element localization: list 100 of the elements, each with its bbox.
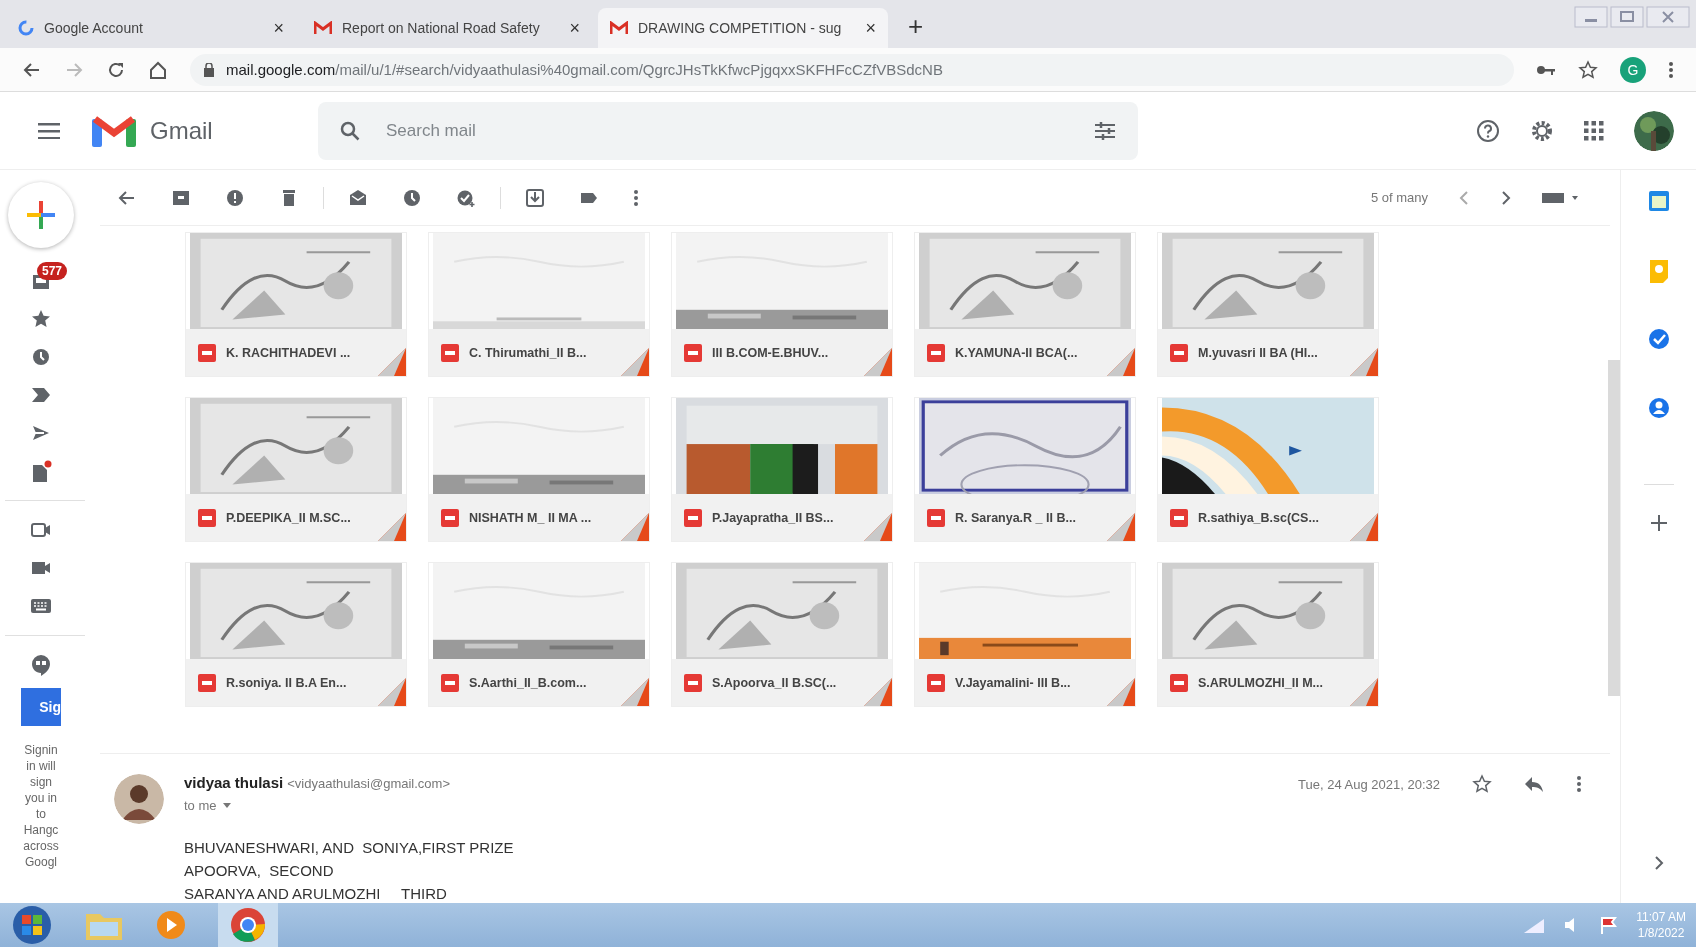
attachment-name: S.Apoorva_II B.SC(... — [712, 675, 837, 690]
attachment-name: III B.COM-E.BHUV... — [712, 345, 829, 360]
snoozed-icon[interactable] — [31, 347, 51, 367]
attachment-card[interactable]: S.Apoorva_II B.SC(... — [671, 562, 893, 707]
settings-icon[interactable] — [1530, 118, 1554, 143]
attachment-name: S.ARULMOZHI_II M... — [1198, 675, 1323, 690]
attachment-name: M.yuvasri II BA (HI... — [1198, 345, 1318, 360]
tasks-icon[interactable] — [1647, 328, 1670, 350]
start-button-icon[interactable] — [10, 905, 54, 945]
more-icon[interactable] — [1576, 774, 1582, 794]
attachment-card[interactable]: P.DEEPIKA_II M.SC... — [185, 397, 407, 542]
clock-icon[interactable] — [402, 187, 422, 208]
product-name: Gmail — [150, 116, 213, 145]
star-icon[interactable] — [1578, 59, 1598, 80]
scrollbar[interactable] — [1608, 360, 1620, 696]
gmail-logo-icon[interactable] — [92, 114, 136, 147]
compose-button[interactable] — [8, 182, 74, 248]
browser-tab[interactable]: Report on National Road Safety × — [302, 8, 592, 48]
sender-avatar — [114, 774, 164, 824]
attachment-card[interactable]: K.YAMUNA-II BCA(... — [914, 232, 1136, 377]
pdf-icon — [441, 343, 459, 362]
attachment-card[interactable]: P.Jayapratha_II BS... — [671, 397, 893, 542]
apps-grid-icon[interactable] — [1584, 120, 1604, 141]
attachment-card[interactable]: V.Jayamalini- III B... — [914, 562, 1136, 707]
star-icon[interactable] — [1472, 774, 1492, 794]
pdf-icon — [927, 508, 945, 527]
attachment-card[interactable]: NISHATH M_ II MA ... — [428, 397, 650, 542]
video-camera-icon[interactable] — [30, 560, 52, 576]
attachment-card[interactable]: S.ARULMOZHI_II M... — [1157, 562, 1379, 707]
contacts-icon[interactable] — [1647, 397, 1670, 419]
filter-icon[interactable] — [1094, 120, 1116, 141]
important-icon[interactable] — [31, 387, 51, 403]
menu-icon[interactable] — [1668, 59, 1674, 80]
attachment-card[interactable]: S.Aarthi_II_B.com... — [428, 562, 650, 707]
sign-in-note: Signin in will sign you in to Hangc across Googl — [22, 742, 60, 870]
pdf-icon — [684, 673, 702, 692]
gmail-logo-icon — [610, 21, 628, 35]
attachment-card[interactable]: R.sathiya_B.sc(CS... — [1157, 397, 1379, 542]
attachment-card[interactable]: K. RACHITHADEVI ... — [185, 232, 407, 377]
attachment-card[interactable]: C. Thirumathi_II B... — [428, 232, 650, 377]
pdf-icon — [1170, 343, 1188, 362]
help-icon[interactable] — [1476, 118, 1500, 143]
sender-name: vidyaa thulasi — [184, 774, 284, 791]
tab-close[interactable]: × — [569, 17, 580, 39]
message-line: SARANYA AND ARULMOZHI THIRD — [184, 884, 448, 903]
message-date: Tue, 24 Aug 2021, 20:32 — [1298, 776, 1440, 792]
draft-icon[interactable] — [30, 460, 52, 482]
add-icon[interactable] — [1650, 515, 1667, 531]
gmail-logo-icon — [314, 21, 332, 35]
sign-in-button[interactable]: Sig — [21, 688, 61, 726]
flag-icon[interactable] — [1600, 916, 1619, 934]
pagination-text: 5 of many — [1370, 190, 1428, 205]
attachment-name: S.Aarthi_II_B.com... — [469, 675, 587, 690]
caret-icon[interactable] — [222, 802, 231, 809]
attachment-name: NISHATH M_ II MA ... — [469, 510, 592, 525]
minimize-icon[interactable] — [1574, 6, 1608, 28]
browser-tab[interactable]: Google Account × — [6, 8, 296, 48]
pdf-icon — [198, 673, 216, 692]
pdf-icon — [927, 673, 945, 692]
attachment-card[interactable]: R.soniya. II B.A En... — [185, 562, 407, 707]
menu-icon[interactable] — [38, 122, 60, 139]
chevron-right-icon[interactable] — [1653, 855, 1664, 871]
close-icon[interactable] — [1646, 6, 1690, 28]
new-tab-button[interactable]: + — [908, 11, 924, 42]
more-icon[interactable] — [633, 187, 639, 208]
attachment-name: V.Jayamalini- III B... — [955, 675, 1071, 690]
search-icon[interactable] — [340, 120, 360, 141]
pdf-icon — [198, 508, 216, 527]
pdf-icon — [198, 343, 216, 362]
reply-icon[interactable] — [1524, 776, 1544, 792]
home-icon[interactable] — [148, 59, 168, 80]
tab-close[interactable]: × — [273, 17, 284, 39]
pdf-icon — [1170, 673, 1188, 692]
address-bar[interactable]: mail.google.com/mail/u/1/#search/vidyaathulasi%40gmail.com/QgrcJHsTkKfwcPjgqxxSKFHFcCZfVBSdcNB — [190, 53, 1514, 86]
keyboard-icon[interactable] — [1542, 190, 1580, 205]
send-icon[interactable] — [31, 423, 51, 443]
new-meeting-icon[interactable] — [30, 521, 52, 539]
tab-close[interactable]: × — [865, 17, 876, 39]
move-to-icon[interactable] — [525, 187, 545, 208]
star-icon[interactable] — [31, 309, 51, 329]
message-line: BHUVANESHWARI, AND SONIYA,FIRST PRIZE — [184, 838, 515, 858]
google-logo-icon — [18, 20, 34, 36]
attachment-name: C. Thirumathi_II B... — [469, 345, 587, 360]
browser-tab[interactable]: DRAWING COMPETITION - sug × — [598, 8, 888, 48]
chrome-icon[interactable] — [218, 903, 278, 947]
pdf-icon — [1170, 508, 1188, 527]
account-avatar[interactable] — [1634, 110, 1674, 151]
chevron-right-icon[interactable] — [1500, 189, 1512, 206]
attachment-card[interactable]: III B.COM-E.BHUV... — [671, 232, 893, 377]
envelope-icon[interactable] — [348, 187, 368, 208]
pdf-icon — [441, 673, 459, 692]
hangouts-icon[interactable] — [30, 654, 52, 676]
spam-icon[interactable] — [225, 187, 245, 208]
unread-count: 577 — [37, 262, 68, 280]
attachment-card[interactable]: R. Saranya.R _ II B... — [914, 397, 1136, 542]
attachment-card[interactable]: M.yuvasri II BA (HI... — [1157, 232, 1379, 377]
restore-icon[interactable] — [1610, 6, 1644, 28]
keyboard-icon[interactable] — [30, 598, 52, 614]
attachment-name: K.YAMUNA-II BCA(... — [955, 345, 1078, 360]
calendar-icon[interactable] — [1647, 190, 1670, 212]
